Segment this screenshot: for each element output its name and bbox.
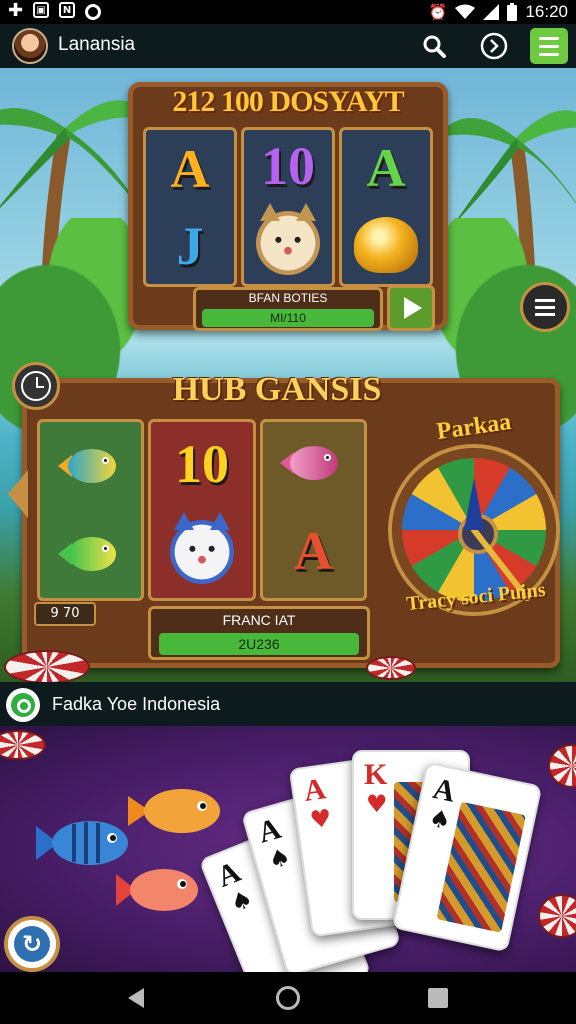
signal-icon bbox=[483, 4, 500, 20]
fish-icon bbox=[280, 442, 346, 484]
gold-bird-icon bbox=[354, 217, 418, 273]
cat-symbol-icon bbox=[169, 511, 234, 584]
reel-2: 10 bbox=[148, 419, 256, 601]
orange-fish-icon bbox=[128, 789, 220, 833]
poker-chip-icon bbox=[366, 656, 416, 680]
spade-icon: ♠ bbox=[426, 803, 454, 836]
app-bar: Lanansia bbox=[0, 24, 576, 68]
recent-apps-icon[interactable] bbox=[428, 988, 448, 1008]
small-counter: 9 70 bbox=[34, 602, 96, 626]
main-slot-progress: 2U236 bbox=[159, 633, 359, 655]
alarm-icon: ⏰ bbox=[428, 3, 448, 21]
wifi-icon bbox=[455, 4, 476, 19]
fish-icon bbox=[57, 445, 124, 487]
poker-chip-icon bbox=[0, 730, 46, 760]
spade-icon: ♠ bbox=[265, 842, 294, 876]
main-slot-panel: FRANC IAT 2U236 bbox=[148, 606, 370, 660]
menu-icon bbox=[539, 36, 559, 40]
left-arrow-icon[interactable] bbox=[8, 470, 28, 518]
game-area: 212 100 DOSYAYT A J 10 A BFAN BOTIES MI/… bbox=[0, 68, 576, 682]
avatar[interactable] bbox=[12, 28, 48, 64]
battery-icon bbox=[507, 3, 518, 21]
card-rank: K bbox=[364, 758, 388, 791]
fish-icon bbox=[57, 533, 124, 575]
plus-icon: ✚ bbox=[8, 0, 24, 21]
heart-icon: ♥ bbox=[366, 790, 388, 818]
symbol-j: J bbox=[176, 215, 204, 276]
top-slot-panel-label: BFAN BOTIES bbox=[248, 291, 328, 305]
forward-icon[interactable] bbox=[480, 32, 508, 60]
side-menu-button[interactable] bbox=[520, 282, 570, 332]
search-icon[interactable] bbox=[420, 32, 448, 60]
main-slot-title: HUB GANSIS bbox=[172, 371, 382, 408]
poker-chip-icon bbox=[538, 894, 576, 938]
top-slot-title: 212 100 DOSYAYT bbox=[172, 85, 404, 118]
clock-icon[interactable] bbox=[12, 362, 60, 410]
symbol-10: 10 bbox=[261, 136, 315, 196]
circle-icon bbox=[85, 4, 102, 20]
reel-1: A J bbox=[143, 127, 237, 287]
reel-1 bbox=[37, 419, 145, 601]
cat-symbol-icon bbox=[256, 203, 320, 275]
status-bar: ✚ ▣ N ⏰ 16:20 bbox=[0, 0, 576, 24]
heart-icon: ♥ bbox=[308, 803, 334, 835]
home-icon[interactable] bbox=[276, 986, 300, 1010]
reel-2: 10 bbox=[241, 127, 335, 287]
top-slot-progress: MI/110 bbox=[202, 309, 374, 327]
clock-time: 16:20 bbox=[525, 2, 568, 21]
poker-chip-icon bbox=[4, 650, 90, 682]
main-slot-panel-label: FRANC IAT bbox=[222, 612, 296, 628]
play-button[interactable] bbox=[387, 285, 435, 331]
card-rank: A bbox=[301, 772, 328, 808]
symbol-a: A bbox=[170, 138, 210, 199]
symbol-a: A bbox=[293, 521, 333, 581]
back-icon[interactable] bbox=[128, 988, 144, 1008]
top-slot-panel: BFAN BOTIES MI/110 bbox=[193, 287, 383, 331]
symbol-10: 10 bbox=[174, 433, 229, 494]
reload-button[interactable]: ↻ bbox=[4, 916, 60, 972]
reel-3: A bbox=[259, 419, 367, 601]
reel-3: A bbox=[339, 127, 433, 287]
symbol-a: A bbox=[366, 138, 406, 198]
refresh-icon: ↻ bbox=[14, 926, 50, 962]
app-title: Lanansia bbox=[58, 34, 136, 55]
menu-icon bbox=[535, 298, 555, 302]
promo-banner[interactable]: Fadka Yoe Indonesia bbox=[0, 682, 576, 726]
banner-text: Fadka Yoe Indonesia bbox=[52, 694, 221, 714]
play-icon bbox=[404, 297, 422, 319]
n-icon: N bbox=[59, 2, 76, 18]
card-rank: A bbox=[430, 771, 459, 809]
photo-icon: ▣ bbox=[33, 2, 50, 18]
indonesia-logo-icon bbox=[6, 688, 40, 722]
top-slot-machine[interactable]: 212 100 DOSYAYT A J 10 A BFAN BOTIES MI/… bbox=[128, 82, 448, 331]
red-fish-icon bbox=[116, 869, 198, 911]
poker-chip-icon bbox=[548, 744, 576, 788]
system-nav-bar bbox=[0, 972, 576, 1024]
menu-button[interactable] bbox=[530, 28, 568, 64]
card-game-area: A ♠ A ♠ A ♥ K ♥ A ♠ ↻ bbox=[0, 726, 576, 972]
spade-icon: ♠ bbox=[226, 884, 257, 919]
